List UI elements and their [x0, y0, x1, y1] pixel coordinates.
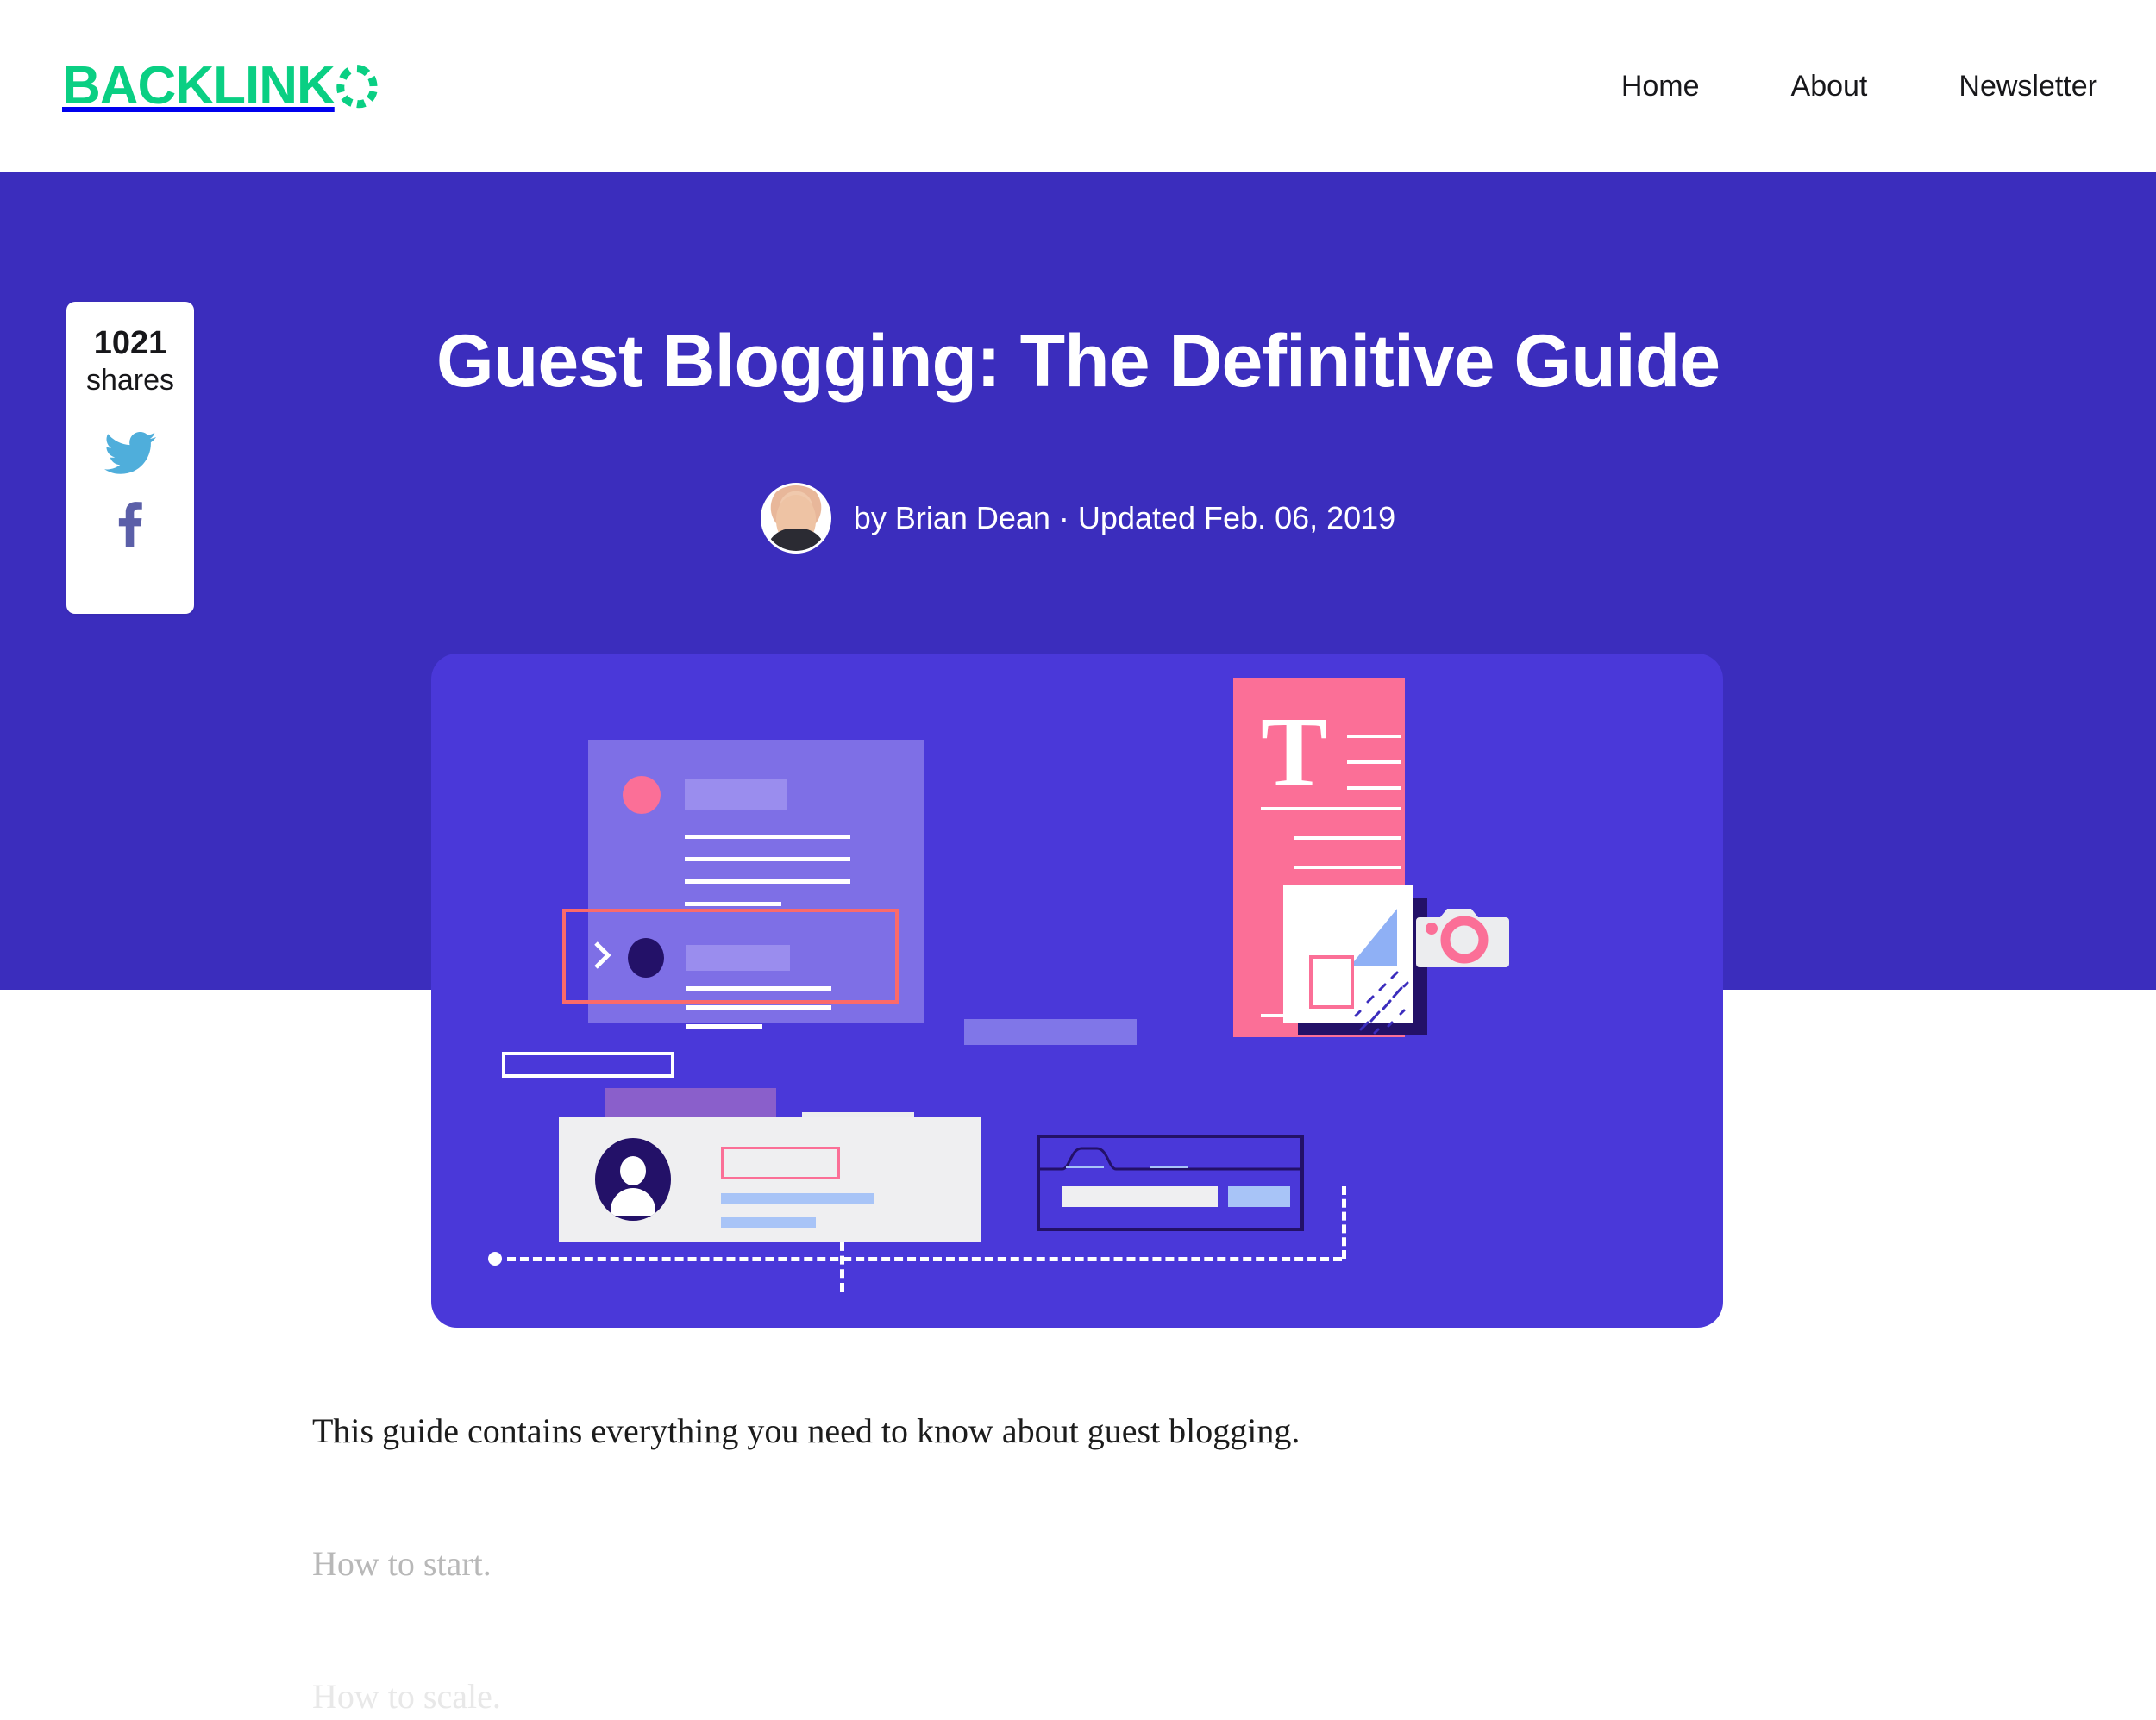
illus-doc-line	[1347, 760, 1401, 764]
illus-doc-line	[1347, 786, 1401, 790]
site-logo[interactable]: BACKLINK	[62, 59, 378, 113]
illus-profile-name-box	[721, 1147, 840, 1179]
illus-text-line	[686, 1005, 831, 1010]
share-label: shares	[85, 363, 175, 397]
nav-item-home[interactable]: Home	[1621, 72, 1700, 101]
twitter-icon	[104, 431, 156, 478]
facebook-share-button[interactable]	[108, 498, 153, 551]
illus-doc-line	[1261, 807, 1401, 810]
byline-text: by Brian Dean · Updated Feb. 06, 2019	[853, 500, 1396, 535]
twitter-share-button[interactable]	[104, 431, 156, 479]
paragraph-how-to-scale: How to scale.	[312, 1677, 501, 1716]
paragraph-how-to-start: How to start.	[312, 1544, 492, 1583]
segmented-ring-o-icon	[336, 64, 378, 109]
illus-text-line	[685, 835, 850, 839]
illus-text-line	[686, 1024, 762, 1029]
article-body: This guide contains everything you need …	[312, 1405, 1865, 1720]
illus-dash-start-dot	[488, 1252, 502, 1266]
share-widget: 1021 shares	[66, 302, 194, 614]
illus-purple-bar	[605, 1088, 776, 1117]
page-root: BACKLINK Home About Newsletter Guest Blo…	[0, 0, 2156, 1720]
illus-form-tick	[1066, 1166, 1104, 1168]
primary-nav: Home About Newsletter	[1621, 72, 2097, 101]
chevron-right-icon	[593, 941, 612, 970]
facebook-icon	[108, 502, 153, 550]
illus-dash-right-vertical	[1342, 1186, 1346, 1259]
illus-title-bar	[685, 779, 787, 810]
illus-outline-field	[502, 1052, 674, 1078]
illus-form-tick	[1150, 1166, 1188, 1168]
paragraph-intro: This guide contains everything you need …	[312, 1411, 1300, 1450]
author-avatar	[760, 483, 831, 554]
illus-doc-line	[1347, 735, 1401, 738]
logo-wordmark: BACKLINK	[62, 55, 335, 116]
illus-text-line	[685, 857, 850, 861]
hero-illustration: T	[431, 654, 1723, 1328]
illus-subtitle-bar	[686, 945, 790, 971]
illus-text-line	[685, 902, 781, 906]
illus-profile-bar	[721, 1217, 816, 1228]
illus-doc-line	[1294, 866, 1401, 869]
user-avatar-icon	[595, 1138, 671, 1221]
illus-profile-bar	[721, 1193, 874, 1204]
camera-icon	[1416, 902, 1509, 973]
illus-form-button	[1228, 1186, 1290, 1207]
nav-item-about[interactable]: About	[1791, 72, 1868, 101]
illus-dash-bottom	[507, 1257, 1342, 1261]
byline: by Brian Dean · Updated Feb. 06, 2019	[0, 483, 2156, 554]
site-header: BACKLINK Home About Newsletter	[0, 0, 2156, 172]
page-title: Guest Blogging: The Definitive Guide	[436, 320, 1720, 403]
illus-text-line	[686, 986, 831, 991]
illus-doc-line	[1294, 836, 1401, 840]
illus-form-tab-curve	[1040, 1143, 1300, 1177]
illus-pink-dot	[623, 776, 661, 814]
serif-T-glyph-icon: T	[1261, 697, 1328, 808]
illus-form-input	[1062, 1186, 1218, 1207]
illus-lavender-bar	[964, 1019, 1137, 1045]
illus-text-line	[685, 879, 850, 884]
illus-image-crop-box	[1309, 955, 1354, 1009]
illus-avatar-dot	[628, 938, 664, 978]
illus-scribble-texture	[1354, 947, 1414, 1046]
nav-item-newsletter[interactable]: Newsletter	[1959, 72, 2097, 101]
share-count: 1021	[93, 325, 167, 361]
